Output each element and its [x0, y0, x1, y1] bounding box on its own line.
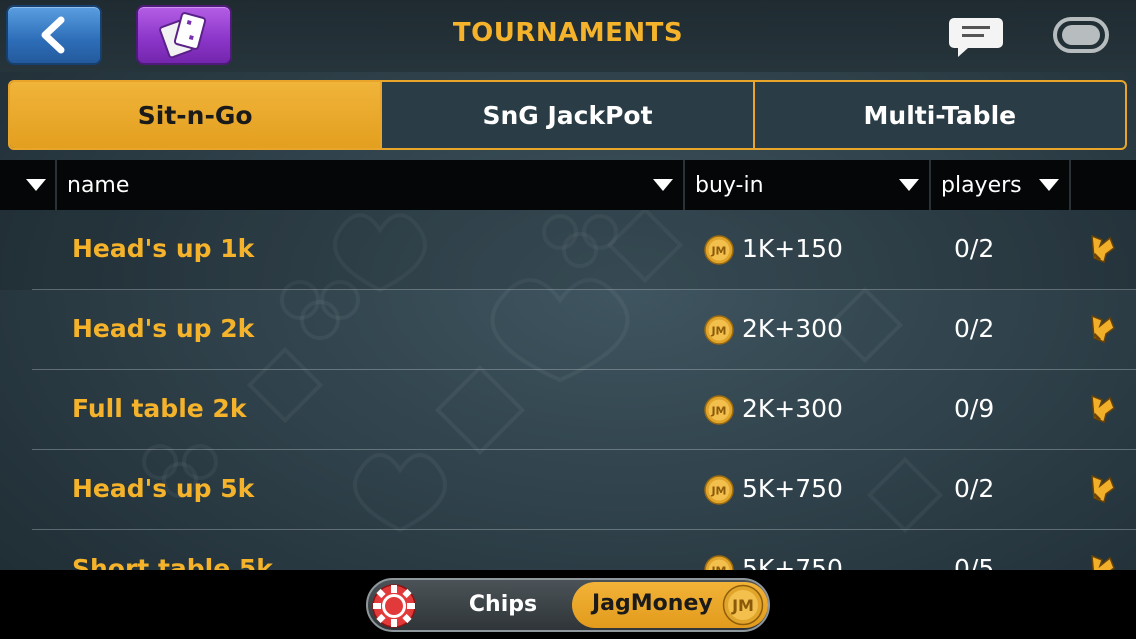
toggle-button[interactable] — [1052, 14, 1110, 56]
jm-coin-icon: JM — [704, 475, 734, 505]
tab-sng-jackpot[interactable]: SnG JackPot — [382, 82, 755, 148]
join-arrow-icon[interactable] — [1088, 472, 1118, 506]
caret-down-icon — [26, 179, 46, 191]
tab-multi-table[interactable]: Multi-Table — [755, 82, 1125, 148]
cards-button[interactable] — [136, 5, 232, 65]
tournament-name: Short table 5k — [72, 554, 273, 570]
players-count: 0/2 — [954, 314, 995, 343]
column-header-spacer — [1071, 160, 1136, 210]
buyin-value: 5K+750 — [742, 474, 843, 503]
coin-label: JM — [710, 245, 726, 258]
tournament-list: Head's up 1k JM 1K+150 0/2 Head's up 2k … — [0, 210, 1136, 570]
buyin-value: 2K+300 — [742, 314, 843, 343]
jm-coin-icon: JM — [704, 235, 734, 265]
toggle-switch-icon — [1053, 17, 1109, 53]
playing-cards-icon — [159, 12, 207, 59]
players-count: 0/5 — [954, 554, 995, 570]
table-row[interactable]: Full table 2k JM 2K+300 0/9 — [0, 370, 1136, 450]
jm-coin-icon: JM — [704, 395, 734, 425]
join-arrow-icon[interactable] — [1088, 552, 1118, 570]
table-row[interactable]: Head's up 5k JM 5K+750 0/2 — [0, 450, 1136, 530]
column-name-label: name — [67, 172, 130, 198]
coin-label: JM — [710, 325, 726, 338]
page-title: TOURNAMENTS — [452, 18, 684, 48]
chevron-left-icon — [41, 16, 65, 54]
table-row[interactable]: Short table 5k JM 5K+750 0/5 — [0, 530, 1136, 570]
players-count: 0/2 — [954, 234, 995, 263]
join-arrow-icon[interactable] — [1088, 312, 1118, 346]
column-players-label: players — [941, 172, 1022, 198]
caret-down-icon — [653, 179, 673, 191]
table-row[interactable]: Head's up 2k JM 2K+300 0/2 — [0, 290, 1136, 370]
table-row[interactable]: Head's up 1k JM 1K+150 0/2 — [0, 210, 1136, 290]
join-arrow-icon[interactable] — [1088, 232, 1118, 266]
tournament-name: Head's up 1k — [72, 234, 255, 263]
bottom-bar: Chips JagMoney JM — [0, 570, 1136, 639]
buyin-value: 5K+750 — [742, 554, 843, 570]
tournament-type-tabs: Sit-n-Go SnG JackPot Multi-Table — [8, 80, 1127, 150]
back-button[interactable] — [6, 5, 102, 65]
tournament-name: Full table 2k — [72, 394, 247, 423]
jm-coin-icon: JM — [704, 555, 734, 570]
jm-coin-icon: JM — [722, 584, 764, 626]
players-count: 0/9 — [954, 394, 995, 423]
tab-sit-n-go[interactable]: Sit-n-Go — [10, 82, 383, 148]
column-header-players[interactable]: players — [931, 160, 1071, 210]
sort-all-column[interactable] — [0, 160, 57, 210]
tournament-name: Head's up 2k — [72, 314, 255, 343]
jagmoney-label: JagMoney — [592, 591, 713, 616]
caret-down-icon — [899, 179, 919, 191]
buyin-value: 2K+300 — [742, 394, 843, 423]
tournament-name: Head's up 5k — [72, 474, 255, 503]
poker-chip-icon — [372, 584, 416, 628]
coin-label: JM — [710, 485, 726, 498]
coin-label: JM — [731, 596, 754, 615]
coin-label: JM — [710, 405, 726, 418]
column-header-buyin[interactable]: buy-in — [685, 160, 931, 210]
chat-button[interactable] — [946, 12, 1006, 60]
column-buyin-label: buy-in — [695, 172, 764, 198]
top-bar: TOURNAMENTS — [0, 0, 1136, 72]
chips-option[interactable]: Chips — [438, 592, 568, 617]
jm-coin-icon: JM — [704, 315, 734, 345]
jagmoney-option[interactable]: JagMoney JM — [572, 582, 768, 628]
currency-switch[interactable]: Chips JagMoney JM — [366, 578, 770, 632]
caret-down-icon — [1039, 179, 1059, 191]
players-count: 0/2 — [954, 474, 995, 503]
join-arrow-icon[interactable] — [1088, 392, 1118, 426]
column-header-name[interactable]: name — [57, 160, 685, 210]
table-header: name buy-in players — [0, 160, 1136, 210]
chat-bubble-icon — [949, 18, 1003, 57]
buyin-value: 1K+150 — [742, 234, 843, 263]
